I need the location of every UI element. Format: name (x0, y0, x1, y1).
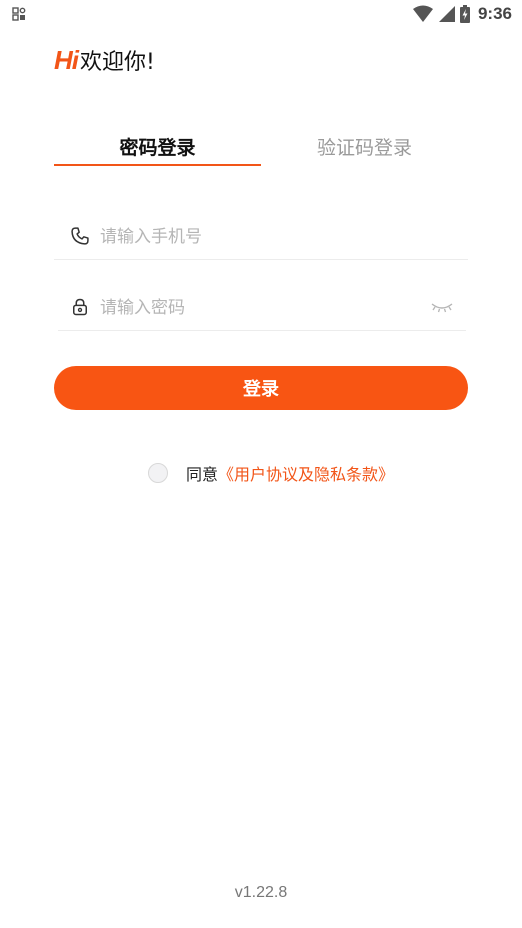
wifi-icon (412, 5, 433, 22)
agreement-prefix: 同意 (186, 465, 219, 484)
status-time: 9:36 (477, 4, 512, 23)
status-icons: 9:36 (412, 3, 512, 25)
tab-password-login[interactable]: 密码登录 (54, 128, 261, 168)
lock-icon (73, 298, 87, 316)
version-label: v1.22.8 (234, 884, 288, 901)
greeting: Hi 欢迎你! (54, 44, 155, 76)
agreement-checkbox[interactable] (148, 463, 168, 483)
phone-icon (71, 227, 89, 245)
tab-code-login[interactable]: 验证码登录 (261, 128, 468, 168)
eye-closed-icon[interactable] (430, 299, 454, 315)
active-tab-indicator (54, 164, 261, 166)
battery-charging-icon (459, 5, 470, 23)
welcome-text: 欢迎你! (80, 50, 155, 75)
hi-logo: Hi (54, 45, 79, 75)
phone-field (54, 214, 468, 260)
agreement-link[interactable]: 《用户协议及隐私条款》 (218, 461, 394, 485)
notification-grid-icon (12, 7, 26, 21)
password-field (58, 285, 466, 331)
status-bar: 9:36 (0, 0, 522, 28)
login-tabs: 密码登录 验证码登录 (54, 128, 468, 168)
password-input[interactable] (100, 293, 400, 323)
phone-input[interactable] (100, 222, 400, 252)
login-button[interactable]: 登录 (54, 366, 468, 410)
cell-signal-icon (438, 6, 455, 22)
agreement-row: 同意 《用户协议及隐私条款》 (148, 460, 394, 486)
